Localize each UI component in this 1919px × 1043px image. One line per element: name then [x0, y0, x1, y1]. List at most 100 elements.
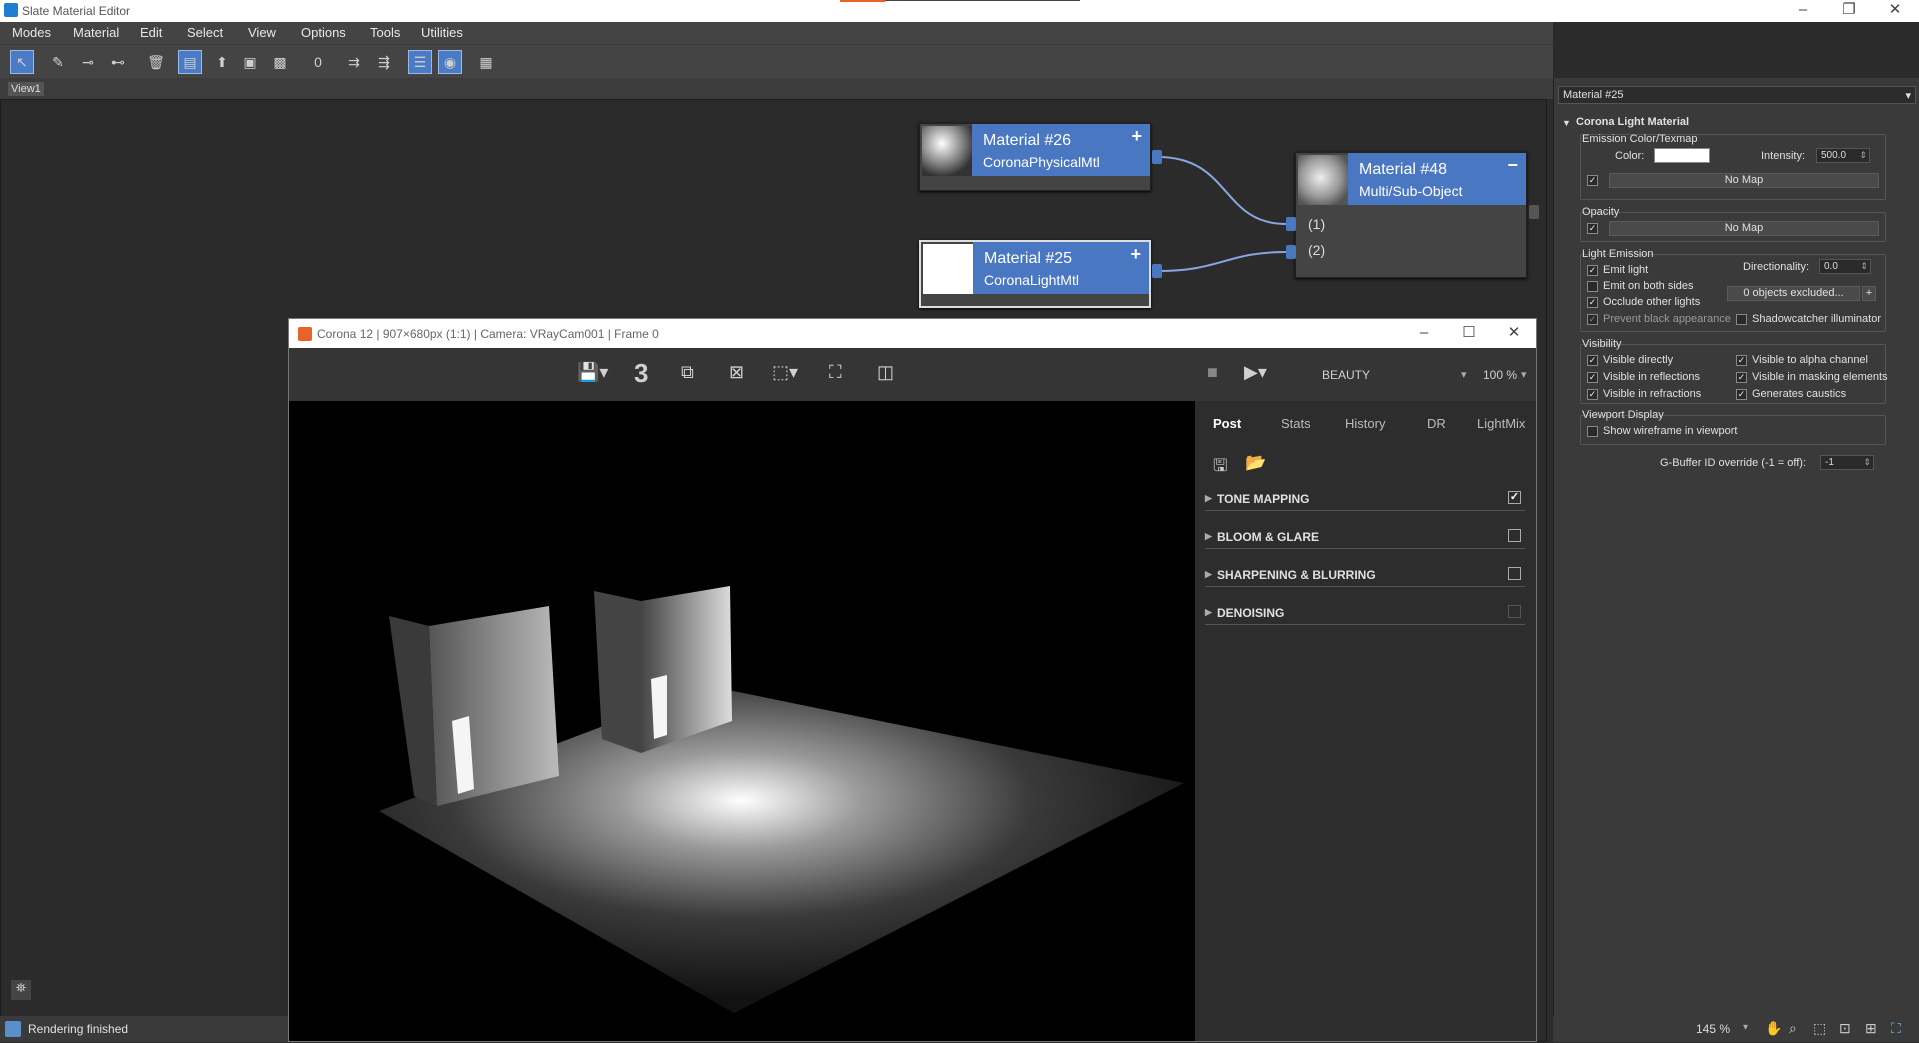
- caustics-checkbox[interactable]: ✓: [1736, 389, 1747, 400]
- clear-icon[interactable]: ⊠: [729, 362, 744, 383]
- opacity-map-checkbox[interactable]: ✓: [1587, 223, 1598, 234]
- save-preset-icon[interactable]: 🖫: [1213, 453, 1227, 482]
- section-bloom-glare[interactable]: ▶ BLOOM & GLARE: [1205, 527, 1525, 549]
- output-port[interactable]: [1152, 150, 1162, 164]
- fit-icon[interactable]: ⛶: [829, 362, 842, 383]
- menu-options[interactable]: Options: [301, 25, 346, 40]
- zoom-chevron-down-icon[interactable]: ▾: [1521, 368, 1527, 381]
- close-button[interactable]: ✕: [1880, 1, 1910, 19]
- section-tone-mapping[interactable]: ▶ TONE MAPPING ✓: [1205, 489, 1525, 511]
- minimize-button[interactable]: –: [1788, 1, 1818, 19]
- visible-alpha-checkbox[interactable]: ✓: [1736, 355, 1747, 366]
- tab-dr[interactable]: DR: [1427, 416, 1446, 431]
- delete-icon[interactable]: 🗑: [144, 50, 168, 74]
- pick-material-icon[interactable]: ✎: [46, 50, 70, 74]
- node-material-48[interactable]: Material #48 Multi/Sub-Object − (1) (2): [1295, 152, 1527, 278]
- maximize-view-icon[interactable]: ⛶: [1891, 1020, 1901, 1037]
- menu-utilities[interactable]: Utilities: [421, 25, 463, 40]
- tab-stats[interactable]: Stats: [1281, 416, 1311, 431]
- output-port[interactable]: [1529, 205, 1539, 219]
- layout-children-icon[interactable]: ⇶: [372, 50, 396, 74]
- expand-icon[interactable]: +: [1130, 244, 1141, 265]
- zoom-selected-icon[interactable]: ⊞: [1865, 1020, 1877, 1037]
- input-port-2[interactable]: [1286, 245, 1296, 259]
- zoom-level-select[interactable]: 145 %: [1696, 1022, 1730, 1036]
- region-icon[interactable]: ⬚▾: [772, 362, 798, 383]
- section-sharpening-blurring[interactable]: ▶ SHARPENING & BLURRING: [1205, 565, 1525, 587]
- tab-view1[interactable]: View1: [8, 82, 44, 96]
- tab-post[interactable]: Post: [1213, 416, 1241, 431]
- add-exclude-button[interactable]: +: [1862, 286, 1876, 301]
- show-wireframe-checkbox[interactable]: [1587, 426, 1598, 437]
- node-material-25[interactable]: Material #25 CoronaLightMtl +: [919, 240, 1151, 308]
- menu-material[interactable]: Material: [73, 25, 119, 40]
- pass-chevron-down-icon[interactable]: ▾: [1461, 368, 1467, 381]
- directionality-spinner[interactable]: 0.0: [1819, 259, 1871, 274]
- select-tool-icon[interactable]: ↖: [10, 50, 34, 74]
- pan-icon[interactable]: ✋: [1765, 1020, 1782, 1037]
- output-port[interactable]: [1152, 264, 1162, 278]
- save-icon[interactable]: 💾▾: [577, 362, 608, 383]
- move-children-icon[interactable]: ▤: [178, 50, 202, 74]
- zoom-extents-icon[interactable]: ⊡: [1839, 1020, 1851, 1037]
- select-by-material-icon[interactable]: ▦: [474, 50, 498, 74]
- zoom-icon[interactable]: ⌕: [1789, 1020, 1797, 1037]
- emission-color-swatch[interactable]: [1654, 148, 1710, 163]
- sharpening-checkbox[interactable]: [1508, 567, 1521, 580]
- restore-button[interactable]: ❐: [1834, 1, 1864, 19]
- vfb-minimize-button[interactable]: –: [1409, 324, 1439, 342]
- tab-lightmix[interactable]: LightMix: [1477, 416, 1525, 431]
- input-port-1[interactable]: [1286, 217, 1296, 231]
- menu-modes[interactable]: Modes: [12, 25, 51, 40]
- visible-reflections-checkbox[interactable]: ✓: [1587, 372, 1598, 383]
- material-name-field[interactable]: Material #25 ▾: [1558, 86, 1916, 104]
- vfb-maximize-button[interactable]: ☐: [1454, 324, 1484, 342]
- shadowcatcher-checkbox[interactable]: [1736, 314, 1747, 325]
- node-material-26[interactable]: Material #26 CoronaPhysicalMtl +: [919, 123, 1151, 191]
- bloom-glare-checkbox[interactable]: [1508, 529, 1521, 542]
- opacity-map-button[interactable]: No Map: [1609, 221, 1879, 236]
- emit-light-checkbox[interactable]: ✓: [1587, 265, 1598, 276]
- background-icon[interactable]: ▣: [238, 50, 262, 74]
- emission-map-checkbox[interactable]: ✓: [1587, 175, 1598, 186]
- occlude-lights-checkbox[interactable]: ✓: [1587, 297, 1598, 308]
- parameter-editor-icon[interactable]: ◉: [438, 50, 462, 74]
- visible-masking-checkbox[interactable]: ✓: [1736, 372, 1747, 383]
- split-view-icon[interactable]: ◫: [877, 362, 894, 383]
- render-image[interactable]: [289, 401, 1195, 1041]
- navigator-icon[interactable]: ⛯: [11, 980, 31, 1000]
- copy-icon[interactable]: ⧉: [681, 362, 694, 383]
- render-pass-select[interactable]: BEAUTY: [1322, 368, 1370, 382]
- prevent-black-checkbox[interactable]: ✓: [1587, 314, 1598, 325]
- exclude-list-button[interactable]: 0 objects excluded...: [1727, 286, 1860, 301]
- visible-directly-checkbox[interactable]: ✓: [1587, 355, 1598, 366]
- intensity-spinner[interactable]: 500.0: [1816, 148, 1870, 163]
- section-denoising[interactable]: ▶ DENOISING: [1205, 603, 1525, 625]
- menu-view[interactable]: View: [248, 25, 276, 40]
- checker-icon[interactable]: ▩: [268, 50, 292, 74]
- material-browser-icon[interactable]: ☰: [408, 50, 432, 74]
- expand-icon[interactable]: +: [1131, 126, 1142, 147]
- zoom-chevron-down-icon[interactable]: ▾: [1743, 1022, 1748, 1033]
- vfb-close-button[interactable]: ✕: [1499, 324, 1529, 342]
- tab-history[interactable]: History: [1345, 416, 1385, 431]
- denoising-checkbox[interactable]: [1508, 605, 1521, 618]
- stop-icon[interactable]: ■: [1207, 362, 1218, 383]
- put-material-icon[interactable]: ⊸: [76, 50, 100, 74]
- zoom-select[interactable]: 100 %: [1483, 368, 1517, 382]
- render-play-icon[interactable]: ▶▾: [1244, 362, 1267, 383]
- rollout-arrow-icon[interactable]: ▼: [1562, 118, 1571, 128]
- gbuffer-spinner[interactable]: -1: [1820, 455, 1874, 470]
- zoom-region-icon[interactable]: ⬚: [1813, 1020, 1826, 1037]
- hide-unused-icon[interactable]: ⬆: [210, 50, 234, 74]
- collapse-icon[interactable]: −: [1507, 155, 1518, 176]
- load-preset-icon[interactable]: 📂: [1245, 453, 1266, 473]
- emission-map-button[interactable]: No Map: [1609, 173, 1879, 188]
- tone-mapping-checkbox[interactable]: ✓: [1508, 491, 1521, 504]
- dropdown-chevron-icon[interactable]: ▾: [1905, 89, 1911, 102]
- menu-select[interactable]: Select: [187, 25, 223, 40]
- assign-material-icon[interactable]: ⊷: [106, 50, 130, 74]
- menu-tools[interactable]: Tools: [370, 25, 400, 40]
- rollout-title[interactable]: Corona Light Material: [1576, 116, 1689, 128]
- material-id-icon[interactable]: 0: [306, 50, 330, 74]
